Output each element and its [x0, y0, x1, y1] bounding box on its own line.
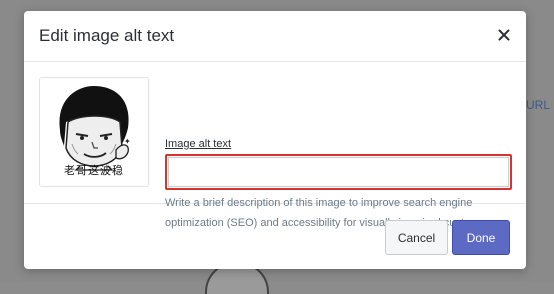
- alt-text-label: Image alt text: [165, 138, 232, 150]
- close-button[interactable]: [492, 23, 516, 47]
- cancel-button[interactable]: Cancel: [385, 220, 448, 255]
- image-caption: 老哥这波稳: [64, 165, 124, 177]
- modal-title: Edit image alt text: [39, 26, 175, 45]
- image-thumbnail: ✦ 老哥这波稳: [39, 77, 149, 187]
- svg-text:✦: ✦: [124, 137, 131, 146]
- modal-footer: Cancel Done: [24, 204, 526, 269]
- modal-body: ✦ 老哥这波稳 Image alt text Write a brief des…: [24, 62, 526, 229]
- modal-header: Edit image alt text: [24, 11, 526, 62]
- close-icon: [498, 29, 510, 41]
- done-button[interactable]: Done: [452, 220, 510, 255]
- edit-alt-text-modal: Edit image alt text ✦ 老哥这波稳 Image alt te…: [24, 11, 526, 269]
- alt-text-input[interactable]: [165, 154, 512, 190]
